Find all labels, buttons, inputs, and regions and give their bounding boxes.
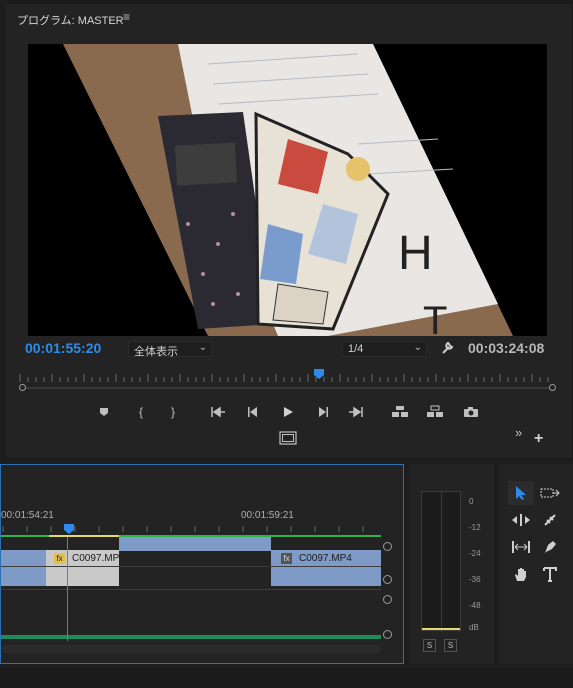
chevron-down-icon: ⌄	[413, 342, 422, 353]
go-to-out-icon[interactable]	[347, 403, 365, 421]
audio-meter-panel: 0 -12 -24 -36 -48 dB S S	[409, 464, 494, 664]
solo-button[interactable]: S	[423, 639, 436, 652]
timeline-panel: 00:01:54:21 00:01:59:21 fx C0097.MP fx C…	[0, 464, 404, 664]
fx-badge: fx	[54, 553, 65, 564]
db-label: -36	[469, 575, 481, 584]
db-label: -12	[469, 523, 481, 532]
audio-track-bar	[1, 635, 381, 639]
safe-margins-icon[interactable]	[279, 429, 297, 447]
timeline-clip[interactable]	[1, 550, 46, 586]
export-frame-icon[interactable]	[462, 403, 480, 421]
track-select-forward-icon[interactable]	[537, 481, 563, 505]
db-label: -48	[469, 601, 481, 610]
db-label: -24	[469, 549, 481, 558]
scroll-handle[interactable]	[383, 630, 392, 639]
panel-title[interactable]: プログラム: MASTER	[17, 12, 124, 28]
lift-icon[interactable]	[391, 403, 409, 421]
track-divider	[1, 589, 381, 590]
duration-timecode: 00:03:24:08	[468, 340, 545, 356]
meter-channels	[421, 491, 461, 632]
program-video-frame: H T	[28, 44, 547, 336]
ripple-edit-icon[interactable]	[508, 508, 534, 532]
pen-icon[interactable]	[537, 535, 563, 559]
wrench-icon[interactable]	[440, 340, 456, 356]
selection-tool-icon[interactable]	[508, 481, 534, 505]
hand-icon[interactable]	[508, 562, 534, 586]
type-icon[interactable]	[537, 562, 563, 586]
meter-level	[422, 628, 460, 630]
scroll-handle[interactable]	[383, 575, 392, 584]
clip-label: C0097.MP	[72, 553, 120, 564]
timeline-scrollbar[interactable]	[1, 645, 381, 653]
scrub-start-handle[interactable]	[19, 384, 26, 391]
step-back-icon[interactable]	[244, 403, 262, 421]
timeline-ruler[interactable]	[1, 520, 381, 534]
add-button-icon[interactable]: +	[534, 430, 543, 448]
clip-label: C0097.MP4	[299, 553, 352, 564]
timeline-playhead-line	[67, 537, 68, 641]
fit-dropdown[interactable]: 全体表示 ⌄	[128, 341, 212, 358]
solo-button[interactable]: S	[444, 639, 457, 652]
fx-badge: fx	[281, 553, 292, 564]
go-to-in-icon[interactable]	[209, 403, 227, 421]
in-out-range	[49, 535, 119, 537]
chevron-down-icon: ⌄	[198, 342, 207, 353]
more-icon[interactable]: »	[515, 425, 522, 440]
db-label: 0	[469, 497, 474, 506]
timeline-timecode-left: 00:01:54:21	[1, 510, 54, 521]
tools-panel	[499, 464, 573, 664]
extract-icon[interactable]	[426, 403, 444, 421]
playhead-icon[interactable]	[313, 368, 325, 383]
scroll-handle[interactable]	[383, 542, 392, 551]
slip-icon[interactable]	[508, 535, 534, 559]
db-label: dB	[469, 623, 479, 632]
step-forward-icon[interactable]	[314, 403, 332, 421]
scrub-bar[interactable]	[22, 387, 553, 389]
meter-divider	[441, 492, 442, 632]
timeline-clip[interactable]: fx C0097.MP4	[271, 550, 381, 586]
hamburger-menu-icon[interactable]: ≡	[123, 10, 130, 24]
current-timecode[interactable]: 00:01:55:20	[25, 340, 101, 356]
scroll-handle[interactable]	[383, 595, 392, 604]
svg-text:T: T	[423, 299, 447, 336]
resolution-dropdown[interactable]: 1/4 ⌄	[342, 341, 427, 357]
mark-out-icon[interactable]: }	[164, 403, 182, 421]
svg-text:H: H	[398, 227, 433, 280]
resolution-dropdown-value: 1/4	[348, 343, 364, 355]
track-divider	[1, 566, 381, 567]
time-ruler[interactable]	[18, 374, 556, 382]
scrub-end-handle[interactable]	[549, 384, 556, 391]
fit-dropdown-value: 全体表示	[134, 346, 178, 358]
razor-icon[interactable]	[537, 508, 563, 532]
play-icon[interactable]	[279, 403, 297, 421]
timeline-clip[interactable]	[119, 537, 271, 551]
mark-in-icon[interactable]: {	[132, 403, 150, 421]
marker-icon[interactable]	[95, 403, 113, 421]
status-bar	[0, 668, 573, 688]
timeline-timecode-right: 00:01:59:21	[241, 510, 294, 521]
timeline-clip-selected[interactable]: fx C0097.MP	[46, 550, 119, 586]
